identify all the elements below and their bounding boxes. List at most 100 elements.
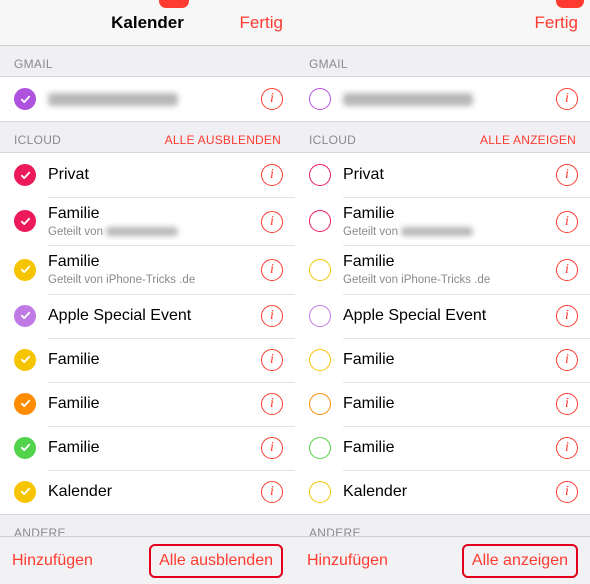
checkbox-icon[interactable] [309, 210, 331, 232]
calendar-row[interactable]: Familie i [0, 426, 295, 470]
section-header-gmail: GMAIL [0, 46, 295, 76]
info-icon[interactable]: i [261, 211, 283, 233]
show-all-button[interactable]: Alle anzeigen [462, 544, 578, 578]
hide-all-button[interactable]: Alle ausblenden [149, 544, 283, 578]
calendar-row[interactable]: Familie i [0, 338, 295, 382]
checkbox-icon[interactable] [14, 481, 36, 503]
checkbox-icon[interactable] [309, 349, 331, 371]
checkbox-icon[interactable] [14, 393, 36, 415]
section-header-icloud: ICLOUD ALLE AUSBLENDEN [0, 122, 295, 152]
calendar-label: FamilieGeteilt von [343, 204, 548, 239]
info-icon[interactable]: i [556, 88, 578, 110]
section-list-gmail: i [295, 76, 590, 122]
info-icon[interactable]: i [556, 164, 578, 186]
calendar-row[interactable]: Familiei [295, 426, 590, 470]
checkbox-icon[interactable] [309, 305, 331, 327]
info-icon[interactable]: i [556, 305, 578, 327]
calendar-label: Privat [343, 165, 548, 185]
checkbox-icon[interactable] [14, 259, 36, 281]
checkbox-icon[interactable] [309, 393, 331, 415]
info-icon[interactable]: i [556, 393, 578, 415]
section-title: ANDERE [14, 526, 66, 536]
info-icon[interactable]: i [261, 437, 283, 459]
checkbox-icon[interactable] [14, 164, 36, 186]
checkbox-icon[interactable] [309, 259, 331, 281]
section-header-other: ANDERE [295, 515, 590, 536]
section-action-show-all[interactable]: ALLE ANZEIGEN [480, 133, 576, 147]
calendar-sublabel: Geteilt von iPhone-Tricks .de [48, 273, 253, 287]
checkbox-icon[interactable] [309, 164, 331, 186]
calendar-row[interactable]: i [295, 77, 590, 121]
info-icon[interactable]: i [261, 481, 283, 503]
calendar-label: Kalender [48, 482, 253, 502]
calendar-row[interactable]: Familie i [0, 382, 295, 426]
calendar-row[interactable]: Apple Special Event i [295, 294, 590, 338]
calendar-row[interactable]: Privati [0, 153, 295, 197]
checkbox-icon[interactable] [14, 349, 36, 371]
section-list-icloud: PrivatiFamilieGeteilt von iFamilieGeteil… [0, 152, 295, 515]
calendar-row[interactable]: i [0, 77, 295, 121]
calendar-label [343, 93, 548, 106]
section-header-icloud: ICLOUD ALLE ANZEIGEN [295, 122, 590, 152]
calendar-label: FamilieGeteilt von iPhone-Tricks .de [48, 252, 253, 287]
section-title: GMAIL [309, 57, 348, 71]
calendar-label: Familie [48, 438, 253, 458]
calendar-row[interactable]: FamilieGeteilt von i [295, 197, 590, 245]
info-icon[interactable]: i [261, 259, 283, 281]
checkbox-icon[interactable] [14, 88, 36, 110]
section-title: ICLOUD [309, 133, 356, 147]
info-icon[interactable]: i [261, 88, 283, 110]
header: Kalender Fertig [0, 0, 295, 46]
calendar-row[interactable]: Familiei [295, 338, 590, 382]
section-title: ANDERE [309, 526, 361, 536]
checkbox-icon[interactable] [14, 210, 36, 232]
calendar-label: Privat [48, 165, 253, 185]
panel-right: Fertig GMAIL i ICLOUD AL [295, 0, 590, 584]
notification-badge [159, 0, 189, 8]
section-title: GMAIL [14, 57, 53, 71]
info-icon[interactable]: i [556, 259, 578, 281]
info-icon[interactable]: i [261, 349, 283, 371]
info-icon[interactable]: i [556, 437, 578, 459]
calendar-label: Kalender [343, 482, 548, 502]
section-title: ICLOUD [14, 133, 61, 147]
scroll-area[interactable]: GMAIL i ICLOUD ALLE [0, 46, 295, 536]
calendar-label: Familie [48, 350, 253, 370]
calendar-sublabel: Geteilt von [48, 225, 253, 239]
info-icon[interactable]: i [556, 481, 578, 503]
scroll-area[interactable]: GMAIL i ICLOUD ALLE ANZEIGEN PrivatiFa [295, 46, 590, 536]
screenshot-root: Kalender Fertig GMAIL i [0, 0, 590, 584]
calendar-label: Apple Special Event [343, 306, 548, 326]
toolbar: Hinzufügen Alle anzeigen [295, 536, 590, 584]
add-calendar-button[interactable]: Hinzufügen [12, 552, 93, 570]
add-calendar-button[interactable]: Hinzufügen [307, 552, 388, 570]
calendar-row[interactable]: Kalender i [295, 470, 590, 514]
calendar-row[interactable]: Privati [295, 153, 590, 197]
checkbox-icon[interactable] [309, 481, 331, 503]
info-icon[interactable]: i [261, 305, 283, 327]
section-list-icloud: PrivatiFamilieGeteilt von iFamilieGeteil… [295, 152, 590, 515]
done-button[interactable]: Fertig [535, 0, 578, 45]
calendar-row[interactable]: Kalender i [0, 470, 295, 514]
checkbox-icon[interactable] [14, 305, 36, 327]
calendar-sublabel: Geteilt von [343, 225, 548, 239]
calendar-label: Familie [48, 394, 253, 414]
section-action-hide-all[interactable]: ALLE AUSBLENDEN [165, 133, 281, 147]
checkbox-icon[interactable] [14, 437, 36, 459]
info-icon[interactable]: i [261, 164, 283, 186]
calendar-row[interactable]: FamilieGeteilt von iPhone-Tricks .de i [0, 245, 295, 293]
checkbox-icon[interactable] [309, 88, 331, 110]
section-header-other: ANDERE [0, 515, 295, 536]
info-icon[interactable]: i [556, 211, 578, 233]
checkbox-icon[interactable] [309, 437, 331, 459]
panel-left: Kalender Fertig GMAIL i [0, 0, 295, 584]
section-list-gmail: i [0, 76, 295, 122]
calendar-row[interactable]: FamilieGeteilt von i [0, 197, 295, 245]
calendar-row[interactable]: FamilieGeteilt von iPhone-Tricks .dei [295, 245, 590, 293]
done-button[interactable]: Fertig [240, 0, 283, 45]
calendar-row[interactable]: Familiei [295, 382, 590, 426]
info-icon[interactable]: i [556, 349, 578, 371]
info-icon[interactable]: i [261, 393, 283, 415]
calendar-row[interactable]: Apple Special Event i [0, 294, 295, 338]
calendar-label: Apple Special Event [48, 306, 253, 326]
